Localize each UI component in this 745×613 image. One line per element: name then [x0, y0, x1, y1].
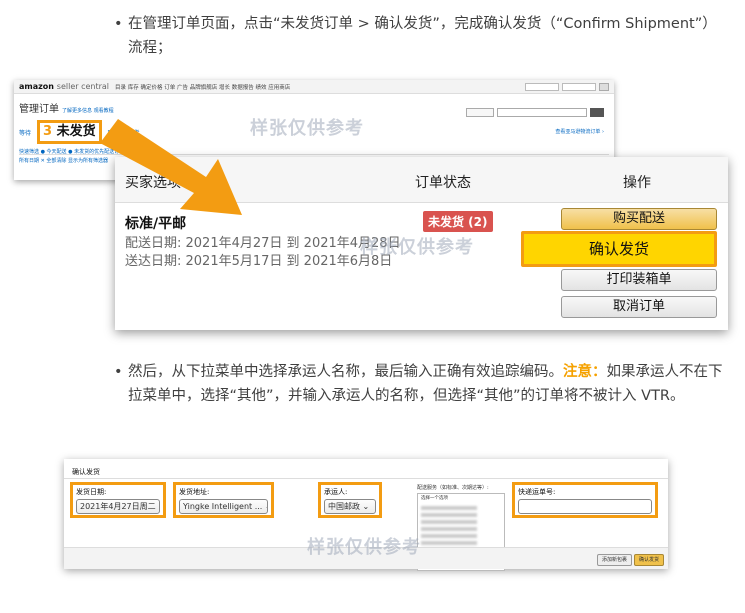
tracking-input[interactable]: [518, 499, 652, 514]
ship-date-label: 发货日期:: [76, 488, 107, 496]
carrier-label: 承运人:: [324, 488, 348, 496]
tracking-label: 快递运单号:: [518, 488, 556, 496]
title-links[interactable]: 了解更多信息 观看教程: [62, 108, 114, 114]
buy-shipping-button[interactable]: 购买配送: [561, 208, 717, 230]
blurred-option: [421, 527, 477, 531]
ship-date-field: 发货日期: 2021年4月27日周二 ⌄: [70, 482, 166, 518]
blurred-option: [421, 534, 477, 538]
print-packing-slip-button[interactable]: 打印装箱单: [561, 269, 717, 291]
instruction-step-1: • 在管理订单页面，点击“未发货订单 > 确认发货”，完成确认发货（“Confi…: [114, 12, 728, 60]
watermark: 样张仅供参考: [360, 237, 474, 258]
tab-waiting[interactable]: 等待: [19, 128, 31, 137]
blurred-option: [421, 506, 477, 510]
top-search[interactable]: [525, 82, 609, 91]
amazon-logo: amazon seller central: [19, 82, 110, 91]
blurred-option: [421, 520, 477, 524]
arrival-date: 送达日期: 2021年5月17日 到 2021年6月8日: [125, 254, 393, 269]
header-actions: 操作: [623, 175, 651, 191]
blurred-option: [421, 513, 477, 517]
carrier-field: 承运人: 中国邮政 ⌄: [318, 482, 382, 518]
header-order-status: 订单状态: [415, 175, 471, 191]
ship-from-select[interactable]: Yingke Intelligent ... ⌄: [179, 499, 268, 514]
dropdown-option[interactable]: 选择一个选项: [421, 495, 501, 503]
orange-arrow-icon: [100, 119, 242, 215]
confirm-shipment-submit-button[interactable]: 确认发货: [633, 554, 664, 566]
blurred-option: [421, 541, 477, 545]
order-search[interactable]: [466, 108, 604, 117]
fba-orders-link[interactable]: 查看亚马逊物流订单 ›: [555, 128, 604, 135]
page-title: 管理订单 了解更多信息 观看教程: [19, 104, 114, 115]
form-title: 确认发货: [72, 468, 100, 476]
step-1-text: 在管理订单页面，点击“未发货订单 > 确认发货”，完成确认发货（“Confirm…: [128, 16, 717, 56]
status-badge: 未发货 (2): [423, 211, 493, 232]
divider: [64, 478, 668, 479]
ship-from-field: 发货地址: Yingke Intelligent ... ⌄: [173, 482, 274, 518]
seller-central-topbar: amazon seller central 目录 库存 确定价格 订单 广告 品…: [14, 80, 614, 94]
shipping-service-label: 配送服务（如标准、次期达等）:: [417, 485, 489, 491]
watermark: 样张仅供参考: [307, 537, 421, 558]
top-nav[interactable]: 目录 库存 确定价格 订单 广告 品牌旗舰店 增长 数据报告 绩效 应用商店: [115, 83, 290, 91]
bullet-dot: •: [114, 364, 123, 380]
note-label: 注意：: [563, 364, 607, 380]
bullet-dot: •: [114, 16, 123, 32]
ship-from-label: 发货地址:: [179, 488, 210, 496]
step-2-text: 然后，从下拉菜单中选择承运人名称，最后输入正确有效追踪编码。: [128, 364, 563, 380]
tracking-number-field: 快递运单号:: [512, 482, 658, 518]
watermark: 样张仅供参考: [250, 118, 364, 139]
cancel-order-button[interactable]: 取消订单: [561, 296, 717, 318]
instruction-step-2: • 然后，从下拉菜单中选择承运人名称，最后输入正确有效追踪编码。注意：如果承运人…: [114, 360, 728, 408]
ship-date-select[interactable]: 2021年4月27日周二 ⌄: [76, 499, 160, 514]
carrier-select[interactable]: 中国邮政 ⌄: [324, 499, 376, 514]
add-package-button[interactable]: 添加新包裹: [596, 554, 632, 566]
tab-unshipped[interactable]: 3 未发货: [37, 120, 102, 144]
search-icon: [599, 82, 609, 91]
search-button: [590, 108, 604, 117]
confirm-shipment-button[interactable]: 确认发货: [521, 231, 717, 267]
